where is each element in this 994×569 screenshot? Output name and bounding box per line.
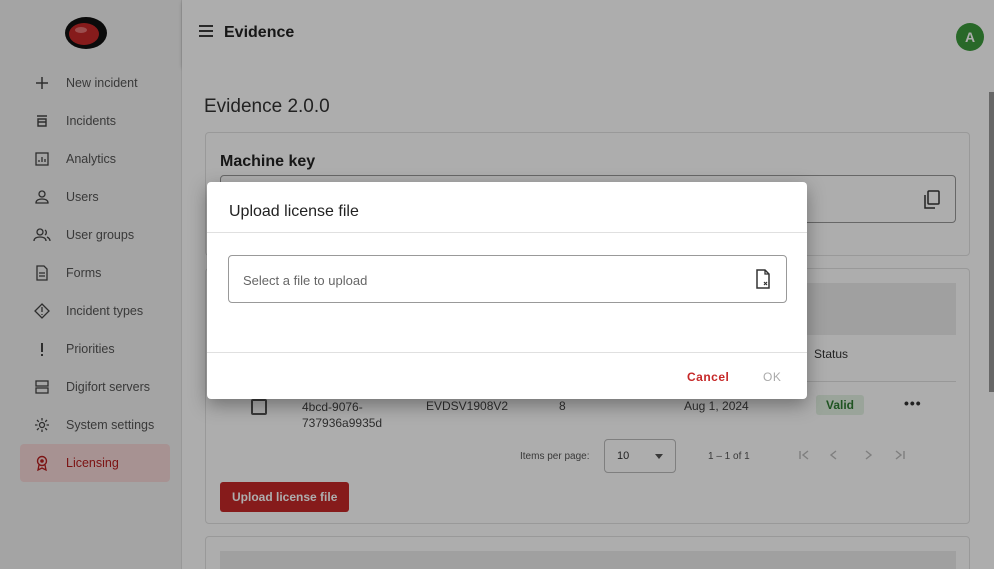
ok-button[interactable]: OK [763,370,781,384]
upload-license-dialog: Upload license file Select a file to upl… [207,182,807,399]
file-upload-placeholder: Select a file to upload [243,273,368,288]
cancel-button[interactable]: Cancel [687,370,729,384]
dialog-title: Upload license file [229,203,359,220]
file-upload-input[interactable]: Select a file to upload [228,255,787,303]
dialog-divider [207,352,807,353]
dialog-divider [207,232,807,233]
file-upload-icon[interactable] [754,269,772,289]
